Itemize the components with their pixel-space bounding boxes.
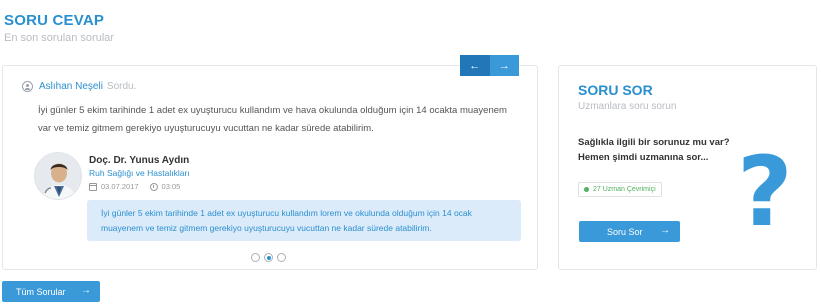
answer-meta: 03.07.2017 03:05 <box>89 182 180 191</box>
carousel-dot-2[interactable] <box>264 253 273 262</box>
question-mark-icon: ? <box>737 136 793 248</box>
answer-text: İyi günler 5 ekim tarihinde 1 adet ex uy… <box>87 200 521 241</box>
carousel-nav: ← → <box>460 55 519 76</box>
question-carousel-card: Aslıhan Neşeli Sordu. İyi günler 5 ekim … <box>2 65 538 270</box>
doctor-department[interactable]: Ruh Sağlığı ve Hastalıkları <box>89 168 190 178</box>
answer-date: 03.07.2017 <box>101 182 139 191</box>
asker-name[interactable]: Aslıhan Neşeli <box>39 81 103 92</box>
doctor-photo-icon <box>35 153 81 199</box>
carousel-pagination <box>251 253 286 262</box>
online-experts-badge: 27 Uzman Çevrimiçi <box>578 182 662 197</box>
ask-button-label: Soru Sor <box>607 226 643 237</box>
answer-time: 03:05 <box>161 182 181 191</box>
arrow-right-icon: → <box>660 225 670 236</box>
ask-prompt-text: Sağlıkla ilgili bir sorunuz mu var? Heme… <box>578 137 730 163</box>
doctor-name[interactable]: Doç. Dr. Yunus Aydın <box>89 155 189 166</box>
carousel-prev-button[interactable]: ← <box>460 55 490 76</box>
all-questions-label: Tüm Sorular <box>16 286 66 297</box>
doctor-avatar <box>34 152 82 200</box>
asker-verb: Sordu. <box>106 81 137 92</box>
page-subtitle: En son sorulan sorular <box>4 32 115 44</box>
ask-title: SORU SOR <box>578 82 653 98</box>
ask-subtitle: Uzmanlara soru sorun <box>578 101 677 112</box>
ask-question-button[interactable]: Soru Sor → <box>579 221 680 242</box>
calendar-icon <box>89 182 97 191</box>
carousel-dot-1[interactable] <box>251 253 260 262</box>
question-text: İyi günler 5 ekim tarihinde 1 adet ex uy… <box>38 105 507 134</box>
all-questions-button[interactable]: Tüm Sorular → <box>2 281 100 302</box>
arrow-right-icon: → <box>81 285 91 296</box>
clock-icon <box>149 182 158 191</box>
online-experts-label: 27 Uzman Çevrimiçi <box>593 186 656 193</box>
page-title: SORU CEVAP <box>4 12 105 29</box>
asker-line: Aslıhan Neşeli Sordu. <box>22 81 136 92</box>
user-icon <box>22 81 33 92</box>
ask-question-card: SORU SOR Uzmanlara soru sorun Sağlıkla i… <box>558 65 817 270</box>
carousel-dot-3[interactable] <box>277 253 286 262</box>
carousel-next-button[interactable]: → <box>489 55 519 76</box>
online-status-icon <box>584 187 589 192</box>
